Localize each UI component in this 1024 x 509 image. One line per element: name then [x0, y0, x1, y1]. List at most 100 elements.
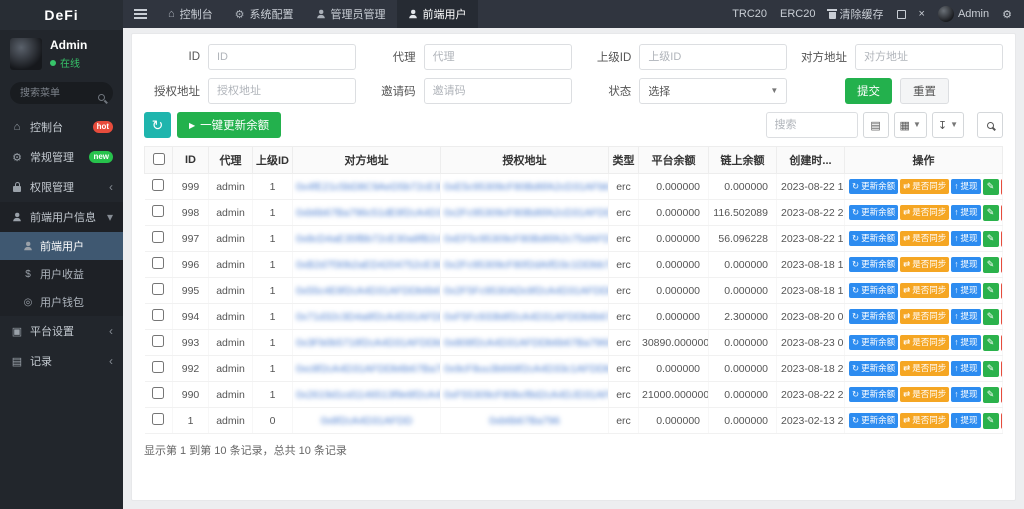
filter-input-invite-code[interactable]: [424, 78, 572, 104]
delete-button[interactable]: [1001, 335, 1003, 351]
sidebar-item-platform-settings[interactable]: ▣ 平台设置 ‹: [0, 316, 123, 346]
row-checkbox[interactable]: [152, 179, 164, 191]
gear-icon[interactable]: ⚙: [1002, 8, 1012, 21]
row-checkbox[interactable]: [152, 309, 164, 321]
filter-input-address[interactable]: [855, 44, 1003, 70]
delete-button[interactable]: [1001, 257, 1003, 273]
edit-button[interactable]: ✎: [983, 335, 999, 351]
filter-input-agent[interactable]: [424, 44, 572, 70]
tab-system-config[interactable]: ⚙ 系统配置: [224, 0, 305, 28]
search-toggle-button[interactable]: [977, 112, 1003, 138]
delete-button[interactable]: [1001, 309, 1003, 325]
sidebar-item-permissions[interactable]: 权限管理 ‹: [0, 172, 123, 202]
row-checkbox[interactable]: [152, 361, 164, 373]
update-balance-button[interactable]: ↻更新余额: [849, 309, 898, 324]
col-auth-address[interactable]: 授权地址: [441, 147, 609, 174]
sync-button[interactable]: ⇄是否同步: [900, 387, 949, 402]
col-id[interactable]: ID: [173, 147, 209, 174]
delete-button[interactable]: [1001, 361, 1003, 377]
delete-button[interactable]: [1001, 413, 1003, 429]
col-parent-id[interactable]: 上级ID: [253, 147, 293, 174]
withdraw-button[interactable]: ↑提现: [951, 179, 980, 194]
update-balance-button[interactable]: ↻更新余额: [849, 179, 898, 194]
update-balance-button[interactable]: ↻更新余额: [849, 231, 898, 246]
sidebar-item-records[interactable]: ▤ 记录 ‹: [0, 346, 123, 376]
sync-button[interactable]: ⇄是否同步: [900, 361, 949, 376]
delete-button[interactable]: [1001, 205, 1003, 221]
withdraw-button[interactable]: ↑提现: [951, 309, 980, 324]
row-checkbox[interactable]: [152, 205, 164, 217]
sync-button[interactable]: ⇄是否同步: [900, 231, 949, 246]
withdraw-button[interactable]: ↑提现: [951, 387, 980, 402]
export-button[interactable]: ↧▼: [932, 112, 964, 138]
col-platform-balance[interactable]: 平台余额: [639, 147, 709, 174]
sync-button[interactable]: ⇄是否同步: [900, 309, 949, 324]
withdraw-button[interactable]: ↑提现: [951, 283, 980, 298]
update-balance-button[interactable]: ↻更新余额: [849, 283, 898, 298]
erc20-link[interactable]: ERC20: [780, 8, 815, 20]
col-type[interactable]: 类型: [609, 147, 639, 174]
withdraw-button[interactable]: ↑提现: [951, 335, 980, 350]
row-checkbox[interactable]: [152, 335, 164, 347]
sidebar-item-dashboard[interactable]: ⌂ 控制台 hot: [0, 112, 123, 142]
withdraw-button[interactable]: ↑提现: [951, 257, 980, 272]
update-balance-button[interactable]: ↻更新余额: [849, 361, 898, 376]
edit-button[interactable]: ✎: [983, 413, 999, 429]
edit-button[interactable]: ✎: [983, 179, 999, 195]
sidebar-item-user-wallet[interactable]: ◎ 用户钱包: [0, 288, 123, 316]
reset-button[interactable]: 重置: [900, 78, 949, 104]
update-all-balance-button[interactable]: ▶ 一键更新余额: [177, 112, 281, 138]
sync-button[interactable]: ⇄是否同步: [900, 257, 949, 272]
row-checkbox[interactable]: [152, 231, 164, 243]
delete-button[interactable]: [1001, 387, 1003, 403]
filter-input-auth-address[interactable]: [208, 78, 356, 104]
menu-toggle-button[interactable]: [123, 0, 157, 28]
clear-cache-button[interactable]: 清除缓存: [829, 6, 884, 22]
refresh-button[interactable]: ↻: [144, 112, 171, 138]
sidebar-item-frontend-user[interactable]: 前端用户: [0, 232, 123, 260]
sidebar-item-user-earnings[interactable]: $ 用户收益: [0, 260, 123, 288]
columns-button[interactable]: ▦▼: [894, 112, 927, 138]
submit-button[interactable]: 提交: [845, 78, 892, 104]
sync-button[interactable]: ⇄是否同步: [900, 205, 949, 220]
filter-input-id[interactable]: [208, 44, 356, 70]
row-checkbox[interactable]: [152, 413, 164, 425]
admin-menu[interactable]: Admin: [938, 6, 989, 22]
tab-admin-management[interactable]: 管理员管理: [305, 0, 397, 28]
delete-button[interactable]: [1001, 179, 1003, 195]
toggle-view-button[interactable]: ▤: [863, 112, 889, 138]
sync-button[interactable]: ⇄是否同步: [900, 413, 949, 428]
col-created[interactable]: 创建时...: [777, 147, 845, 174]
update-balance-button[interactable]: ↻更新余额: [849, 413, 898, 428]
withdraw-button[interactable]: ↑提现: [951, 231, 980, 246]
select-all-checkbox[interactable]: [153, 153, 165, 165]
edit-button[interactable]: ✎: [983, 283, 999, 299]
row-checkbox[interactable]: [152, 257, 164, 269]
tab-dashboard[interactable]: ⌂ 控制台: [157, 0, 224, 28]
edit-button[interactable]: ✎: [983, 257, 999, 273]
status-select[interactable]: 选择 ▼: [639, 78, 787, 104]
tab-frontend-user[interactable]: 前端用户: [397, 0, 478, 28]
table-search-input[interactable]: [766, 112, 858, 138]
filter-input-parent-id[interactable]: [639, 44, 787, 70]
sync-button[interactable]: ⇄是否同步: [900, 283, 949, 298]
edit-button[interactable]: ✎: [983, 387, 999, 403]
edit-button[interactable]: ✎: [983, 231, 999, 247]
delete-button[interactable]: [1001, 231, 1003, 247]
col-address[interactable]: 对方地址: [293, 147, 441, 174]
sync-button[interactable]: ⇄是否同步: [900, 179, 949, 194]
trc20-link[interactable]: TRC20: [732, 8, 767, 20]
update-balance-button[interactable]: ↻更新余额: [849, 205, 898, 220]
delete-button[interactable]: [1001, 283, 1003, 299]
sidebar-item-frontend-user-info[interactable]: 前端用户信息 ▾: [0, 202, 123, 232]
withdraw-button[interactable]: ↑提现: [951, 205, 980, 220]
col-chain-balance[interactable]: 链上余额: [709, 147, 777, 174]
update-balance-button[interactable]: ↻更新余额: [849, 257, 898, 272]
close-icon[interactable]: ×: [919, 8, 925, 20]
row-checkbox[interactable]: [152, 283, 164, 295]
update-balance-button[interactable]: ↻更新余额: [849, 387, 898, 402]
edit-button[interactable]: ✎: [983, 309, 999, 325]
update-balance-button[interactable]: ↻更新余额: [849, 335, 898, 350]
withdraw-button[interactable]: ↑提现: [951, 413, 980, 428]
docs-icon[interactable]: [897, 10, 906, 19]
